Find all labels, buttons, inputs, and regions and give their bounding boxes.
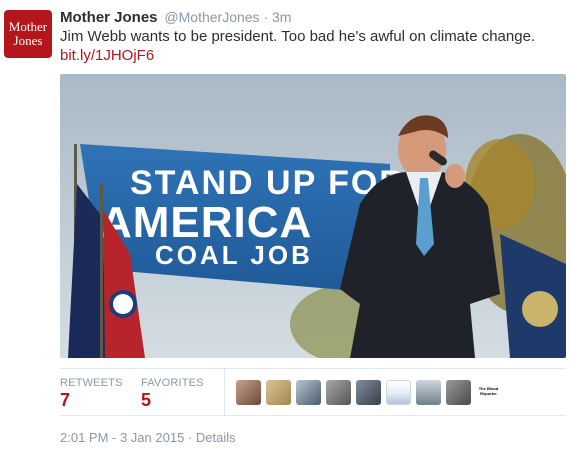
- favoriter-avatar[interactable]: [356, 380, 381, 405]
- favoriters-avatars: The Blood Reporter: [236, 380, 501, 405]
- footer-separator: ·: [187, 430, 193, 445]
- retweets-stat[interactable]: RETWEETS 7: [60, 377, 123, 411]
- tweet-link[interactable]: bit.ly/1JHOjF6: [60, 46, 154, 66]
- tweet-stats: RETWEETS 7 FAVORITES 5 The Blood Reporte…: [60, 368, 566, 416]
- tweet-photo[interactable]: STAND UP FOR AMERICA COAL JOB: [60, 74, 566, 358]
- stats-divider: [224, 369, 225, 415]
- banner-line3: COAL JOB: [155, 240, 313, 270]
- tweet-footer: 2:01 PM - 3 Jan 2015 · Details: [60, 430, 236, 445]
- favoriter-avatar[interactable]: The Blood Reporter: [476, 380, 501, 405]
- header-separator: ·: [263, 9, 269, 25]
- account-name[interactable]: Mother Jones: [60, 9, 158, 26]
- retweets-count: 7: [60, 390, 71, 410]
- account-avatar[interactable]: Mother Jones: [4, 10, 52, 58]
- tweet-timestamp[interactable]: 2:01 PM - 3 Jan 2015: [60, 430, 184, 445]
- banner-line1: STAND UP FOR: [130, 164, 406, 202]
- favoriter-avatar[interactable]: [296, 380, 321, 405]
- favoriter-avatar[interactable]: [326, 380, 351, 405]
- retweets-label: RETWEETS: [60, 377, 123, 389]
- favoriter-avatar[interactable]: [236, 380, 261, 405]
- favoriter-avatar[interactable]: [266, 380, 291, 405]
- favorites-stat[interactable]: FAVORITES 5: [141, 377, 204, 411]
- favoriter-avatar[interactable]: [386, 380, 411, 405]
- avatar-text-line2: Jones: [13, 33, 43, 48]
- favoriter-avatar[interactable]: [416, 380, 441, 405]
- favoriter-avatar[interactable]: [446, 380, 471, 405]
- details-link[interactable]: Details: [196, 430, 236, 445]
- tweet-header: Mother Jones @MotherJones · 3m: [60, 9, 291, 26]
- tweet-text: Jim Webb wants to be president. Too bad …: [60, 28, 536, 45]
- favorites-label: FAVORITES: [141, 377, 204, 389]
- account-handle[interactable]: @MotherJones: [164, 9, 259, 25]
- tweet-time-ago[interactable]: 3m: [272, 9, 291, 25]
- favorites-count: 5: [141, 390, 152, 410]
- avatar-text-line1: Mother: [8, 19, 48, 34]
